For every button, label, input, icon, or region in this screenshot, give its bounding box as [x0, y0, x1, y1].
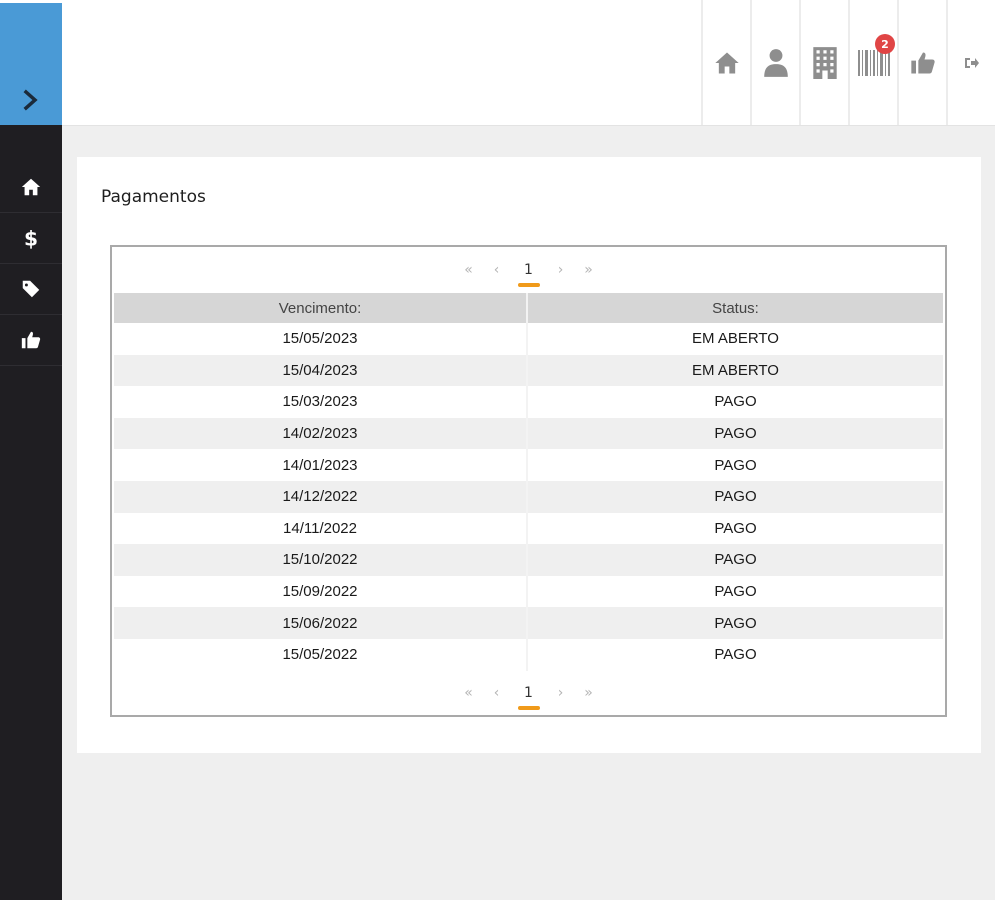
sidebar-item-tags[interactable]: [0, 264, 62, 315]
thumbs-up-icon: [21, 331, 41, 349]
cell-status: PAGO: [527, 417, 943, 450]
payments-table-container: « ‹ 1 › » Vencimento: Status: 15/05/2023…: [110, 245, 947, 717]
pagination-next-button[interactable]: ›: [554, 685, 568, 701]
pagination-first-button[interactable]: «: [462, 685, 476, 701]
top-like-button[interactable]: [897, 0, 946, 125]
table-row: 14/01/2023 PAGO: [114, 449, 943, 481]
top-bar: 2: [62, 0, 995, 126]
home-icon: [21, 178, 41, 196]
table-row: 15/05/2022 PAGO: [114, 638, 943, 671]
cell-vencimento: 14/12/2022: [114, 480, 528, 513]
column-header-vencimento[interactable]: Vencimento:: [114, 293, 528, 323]
sidebar-menu: $: [0, 162, 62, 366]
sidebar-toggle-button[interactable]: [0, 0, 62, 125]
table-row: 15/10/2022 PAGO: [114, 544, 943, 576]
page-title: Pagamentos: [101, 187, 206, 207]
top-icon-bar: 2: [701, 0, 995, 125]
cell-vencimento: 15/04/2023: [114, 354, 528, 387]
table-row: 14/02/2023 PAGO: [114, 417, 943, 450]
table-row: 14/11/2022 PAGO: [114, 512, 943, 545]
home-icon: [714, 52, 739, 73]
cell-status: PAGO: [527, 386, 943, 418]
cell-status: PAGO: [527, 575, 943, 608]
cell-vencimento: 15/09/2022: [114, 575, 528, 608]
logout-icon: [964, 57, 979, 68]
sidebar-item-home[interactable]: [0, 162, 62, 213]
table-row: 14/12/2022 PAGO: [114, 480, 943, 513]
sidebar: $: [0, 0, 62, 900]
notification-badge: 2: [875, 34, 895, 54]
pagination-bottom: « ‹ 1 › »: [112, 671, 945, 715]
sidebar-item-like[interactable]: [0, 315, 62, 366]
cell-vencimento: 14/11/2022: [114, 512, 528, 545]
cell-vencimento: 14/02/2023: [114, 417, 528, 450]
table-row: 15/09/2022 PAGO: [114, 575, 943, 608]
sidebar-item-payments[interactable]: $: [0, 213, 62, 264]
cell-vencimento: 15/05/2022: [114, 638, 528, 671]
pagination-current-page[interactable]: 1: [517, 685, 540, 710]
cell-status: PAGO: [527, 544, 943, 576]
cell-vencimento: 15/10/2022: [114, 544, 528, 576]
pagination-first-button[interactable]: «: [462, 262, 476, 278]
cell-status: PAGO: [527, 480, 943, 513]
cell-status: PAGO: [527, 449, 943, 481]
building-icon: [812, 46, 837, 79]
pagination-last-button[interactable]: »: [582, 685, 596, 701]
cell-vencimento: 15/06/2022: [114, 607, 528, 639]
pagination-next-button[interactable]: ›: [554, 262, 568, 278]
cell-vencimento: 15/03/2023: [114, 386, 528, 418]
svg-text:$: $: [24, 227, 38, 249]
thumbs-up-icon: [910, 52, 935, 73]
cell-status: PAGO: [527, 607, 943, 639]
cell-vencimento: 15/05/2023: [114, 323, 528, 355]
user-icon: [763, 48, 788, 77]
cell-status: PAGO: [527, 638, 943, 671]
pagination-prev-button[interactable]: ‹: [490, 262, 504, 278]
cell-status: EM ABERTO: [527, 323, 943, 355]
table-row: 15/06/2022 PAGO: [114, 607, 943, 639]
pagination-last-button[interactable]: »: [582, 262, 596, 278]
cell-status: PAGO: [527, 512, 943, 545]
top-logout-button[interactable]: [946, 0, 995, 125]
pagination-top: « ‹ 1 › »: [112, 247, 945, 293]
table-row: 15/03/2023 PAGO: [114, 386, 943, 418]
top-profile-button[interactable]: [750, 0, 799, 125]
table-header-row: Vencimento: Status:: [114, 293, 943, 323]
top-company-button[interactable]: [799, 0, 848, 125]
chevron-right-icon: [23, 89, 38, 111]
dollar-icon: $: [24, 227, 38, 249]
column-header-status[interactable]: Status:: [527, 293, 943, 323]
table-row: 15/04/2023 EM ABERTO: [114, 354, 943, 387]
cell-status: EM ABERTO: [527, 354, 943, 387]
top-home-button[interactable]: [701, 0, 750, 125]
cell-vencimento: 14/01/2023: [114, 449, 528, 481]
table-row: 15/05/2023 EM ABERTO: [114, 323, 943, 355]
pagination-current-page[interactable]: 1: [517, 262, 540, 287]
payments-table: Vencimento: Status: 15/05/2023 EM ABERTO 1…: [114, 293, 943, 671]
tag-icon: [22, 280, 40, 298]
table-body: 15/05/2023 EM ABERTO 15/04/2023 EM ABERTO 15…: [114, 323, 943, 671]
payments-panel: Pagamentos « ‹ 1 › » Vencimento: Status:…: [77, 157, 981, 753]
top-boletos-button[interactable]: 2: [848, 0, 897, 125]
pagination-prev-button[interactable]: ‹: [490, 685, 504, 701]
